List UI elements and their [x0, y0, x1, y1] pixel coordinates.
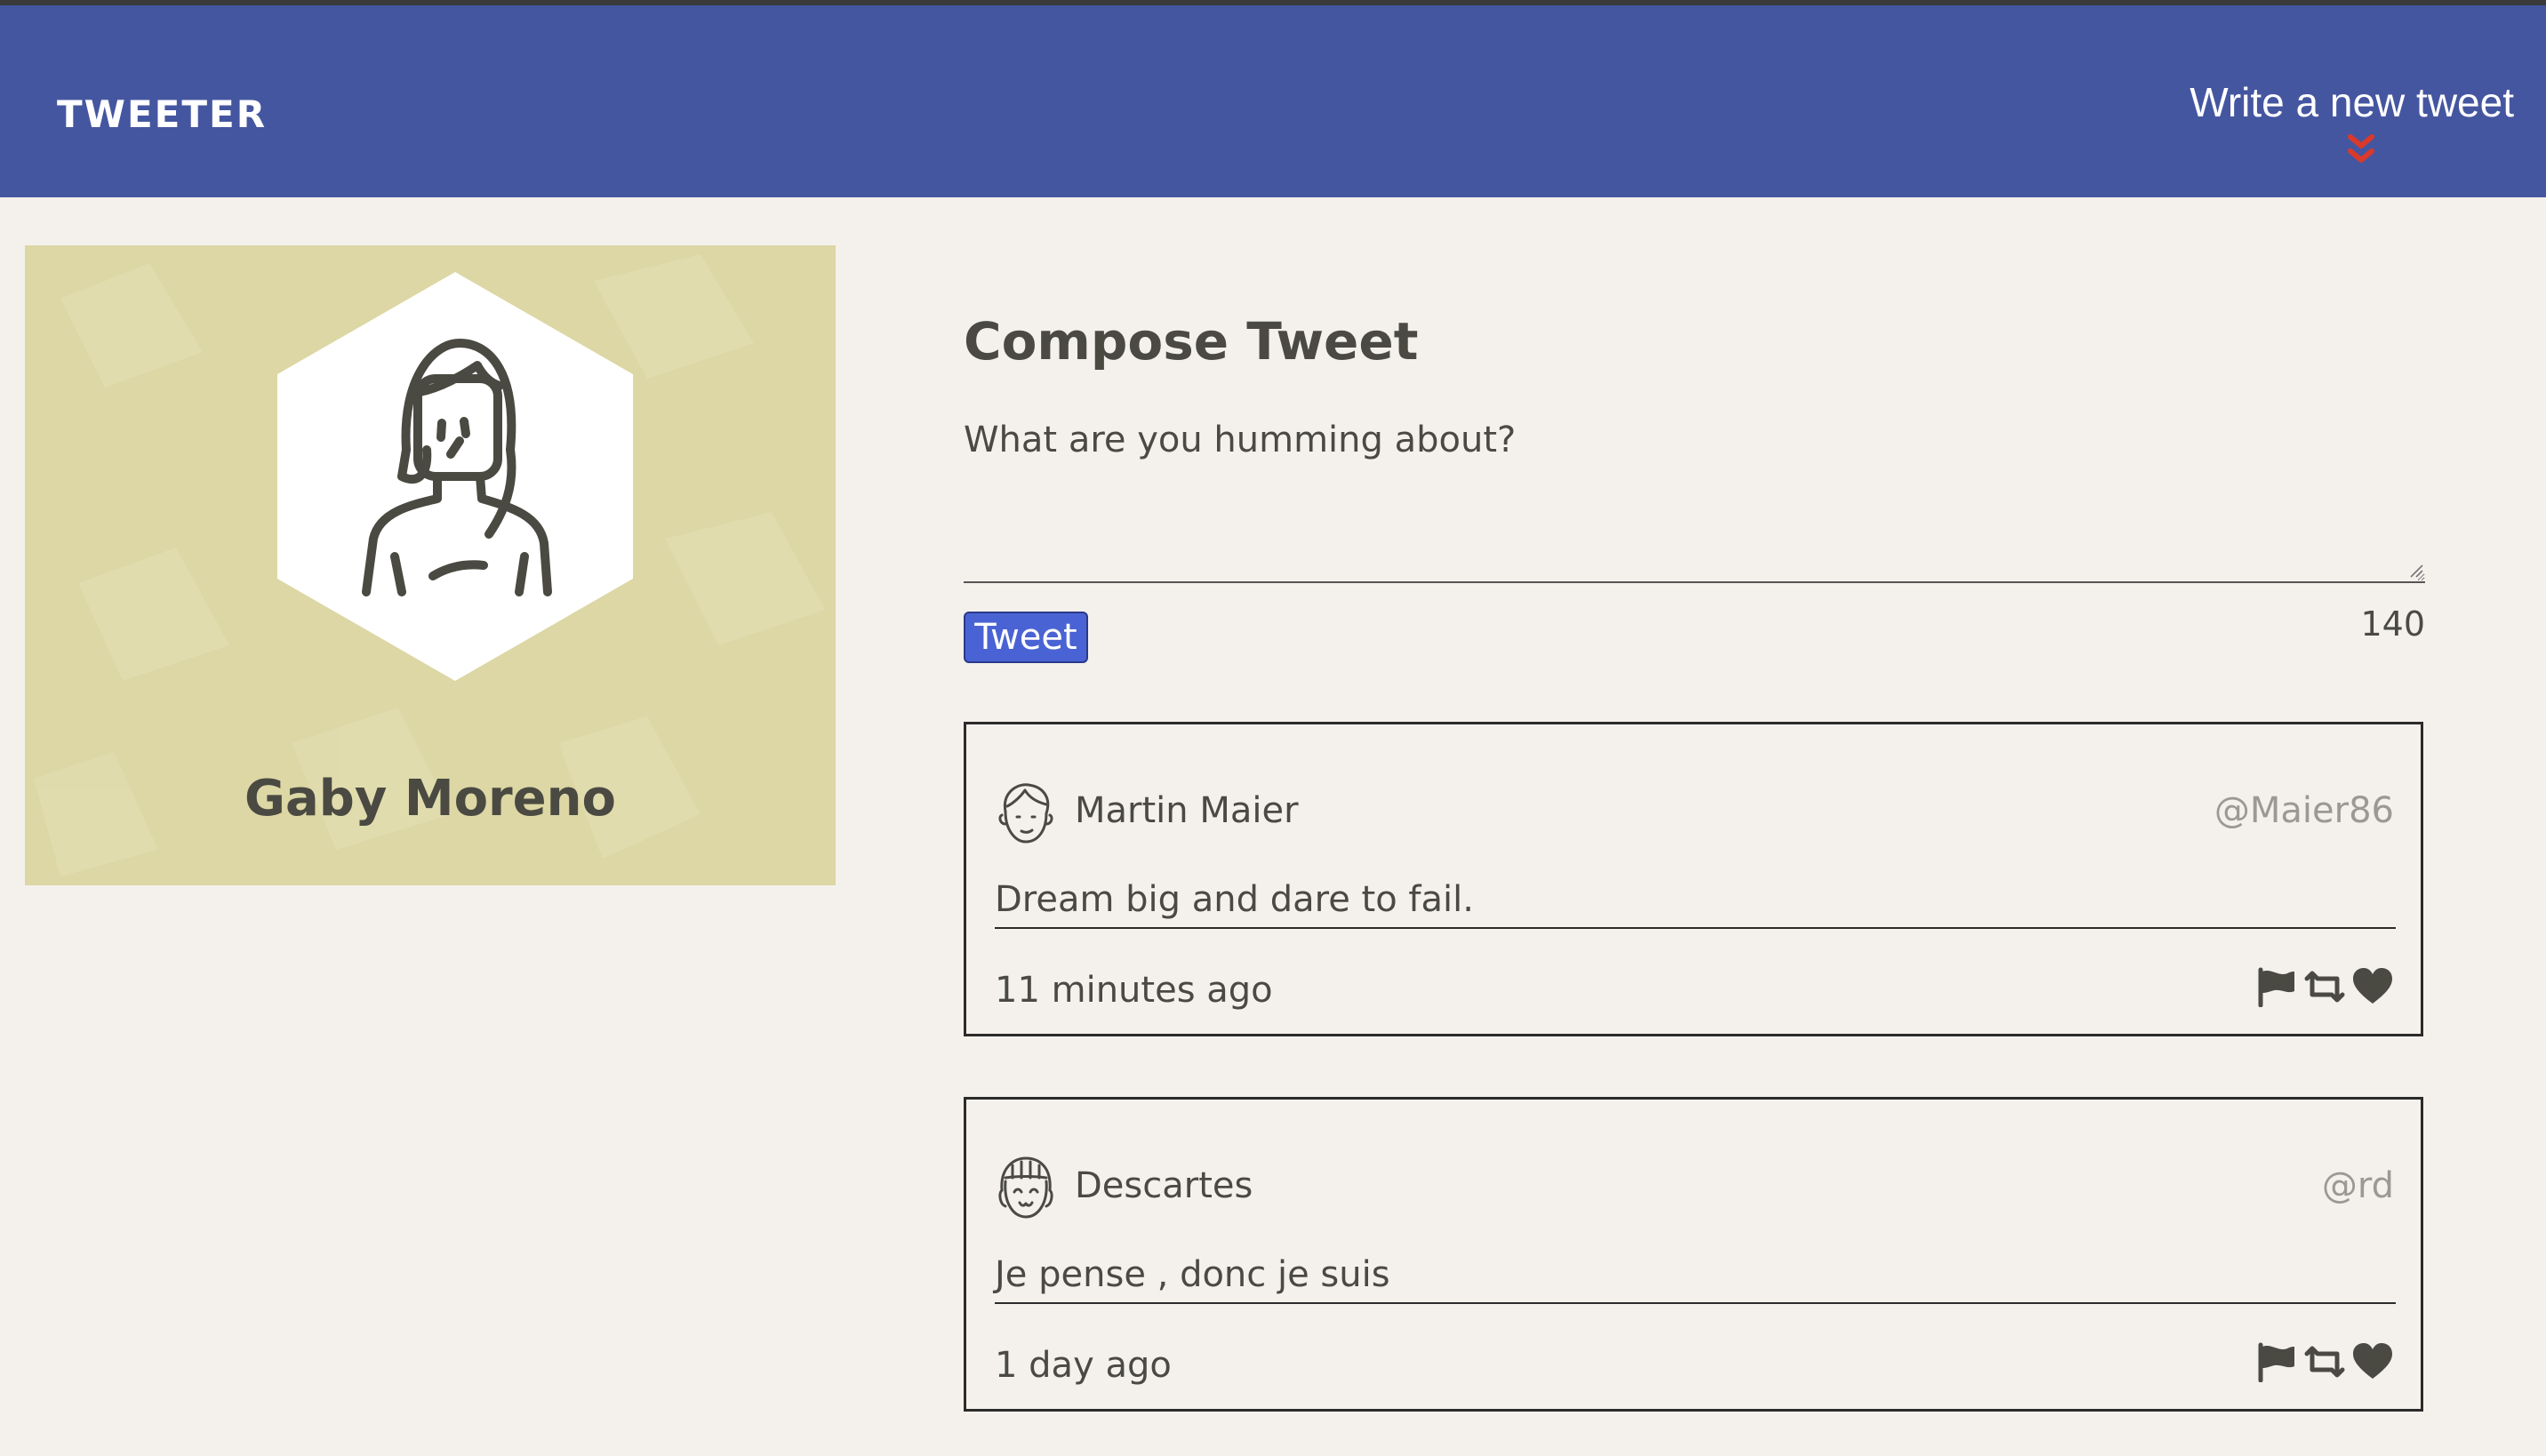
compose-title: Compose Tweet: [964, 311, 1419, 372]
tweet-card: Martin Maier @Maier86 Dream big and dare…: [964, 722, 2423, 1036]
heart-icon[interactable]: [2351, 1341, 2394, 1382]
tweet-divider: [995, 1302, 2396, 1304]
double-chevron-down-icon[interactable]: [2343, 133, 2379, 165]
profile-card: Gaby Moreno: [25, 245, 836, 885]
tweet-actions: [2255, 1340, 2394, 1384]
tweet-author-handle: @Maier86: [2214, 790, 2394, 831]
tweet-author-name: Martin Maier: [1075, 790, 1299, 831]
retweet-icon[interactable]: [2303, 966, 2346, 1007]
smiling-avatar-icon: [998, 1156, 1053, 1219]
tweet-submit-button[interactable]: Tweet: [964, 612, 1088, 663]
resize-handle-icon[interactable]: [2409, 564, 2423, 578]
tweet-card: Descartes @rd Je pense , donc je suis 1 …: [964, 1097, 2423, 1412]
brand-logo[interactable]: TWEETER: [57, 92, 267, 136]
tweet-actions: [2255, 964, 2394, 1009]
man-avatar-icon: [998, 783, 1053, 844]
nav-bar: TWEETER Write a new tweet: [0, 5, 2546, 197]
character-counter: 140: [2360, 604, 2425, 644]
tweet-author-handle: @rd: [2321, 1165, 2394, 1206]
tweet-text: Je pense , donc je suis: [995, 1254, 1390, 1295]
tweet-divider: [995, 927, 2396, 929]
woman-avatar-icon: [277, 272, 633, 681]
tweet-timestamp: 11 minutes ago: [995, 970, 1273, 1011]
flag-icon[interactable]: [2255, 1341, 2298, 1382]
tweet-timestamp: 1 day ago: [995, 1345, 1172, 1386]
heart-icon[interactable]: [2351, 966, 2394, 1007]
tweet-text-input[interactable]: [964, 414, 2425, 583]
flag-icon[interactable]: [2255, 966, 2298, 1007]
tweet-author-name: Descartes: [1075, 1165, 1253, 1206]
retweet-icon[interactable]: [2303, 1341, 2346, 1382]
write-new-tweet-link[interactable]: Write a new tweet: [2190, 78, 2514, 126]
tweet-text: Dream big and dare to fail.: [995, 879, 1474, 920]
profile-name: Gaby Moreno: [244, 770, 616, 828]
